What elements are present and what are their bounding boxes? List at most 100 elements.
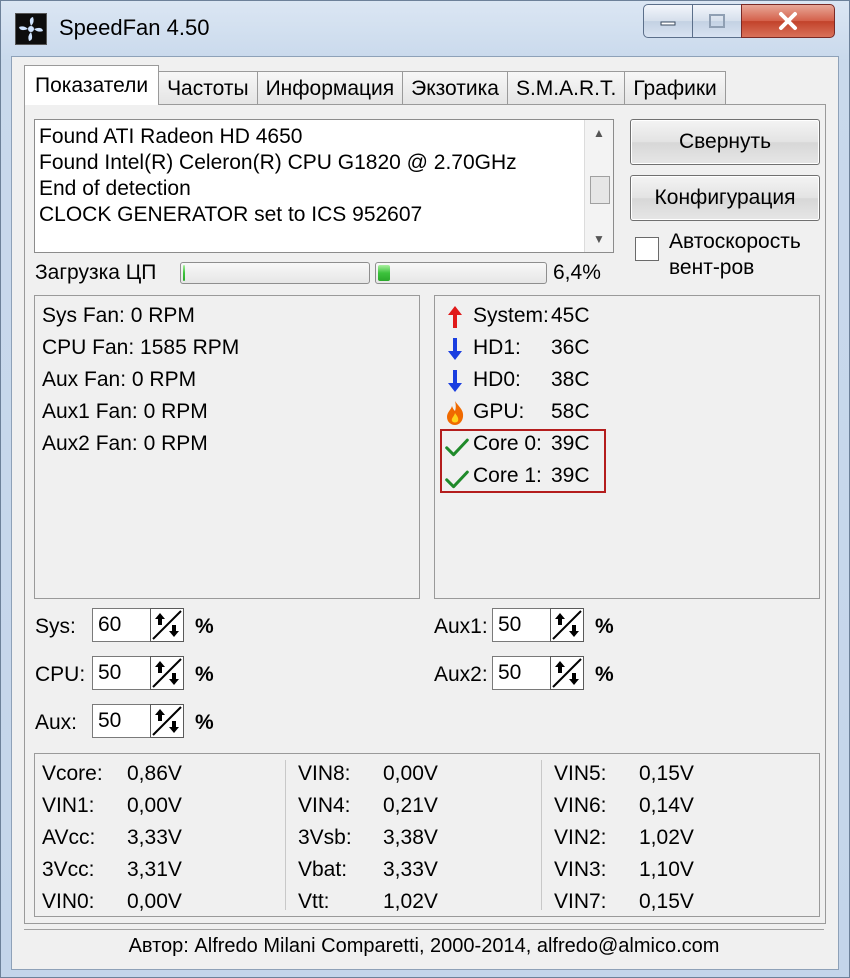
volt-name: 3Vsb: — [298, 826, 352, 849]
temp-value-core0: 39C — [551, 432, 590, 455]
tab-clock[interactable]: Частоты — [158, 71, 258, 105]
flame-icon — [443, 400, 467, 426]
temp-name-core1: Core 1: — [473, 464, 542, 487]
speedfan-fan-icon[interactable] — [15, 13, 47, 45]
arrow-down-icon — [443, 336, 467, 362]
speed-input-sys[interactable]: 60 — [92, 608, 152, 642]
volt-name: VIN6: — [554, 794, 607, 817]
temps-group: System: 45C HD1: 36C HD0: 38C GPU: 58C C… — [434, 295, 820, 599]
fan-name: CPU Fan: — [42, 336, 135, 359]
tab-strip: Показатели Частоты Информация Экзотика S… — [24, 65, 726, 105]
scroll-up-icon[interactable]: ▲ — [585, 120, 613, 146]
spin-updown-icon[interactable] — [150, 704, 184, 738]
log-line: CLOCK GENERATOR set to ICS 952607 — [39, 203, 423, 226]
volt-name: VIN2: — [554, 826, 607, 849]
temp-value-hd1: 36C — [551, 336, 590, 359]
volt-value: 0,00V — [383, 762, 438, 785]
tab-charts[interactable]: Графики — [624, 71, 726, 105]
readings-panel: Found ATI Radeon HD 4650 Found Intel(R) … — [24, 104, 826, 924]
scroll-down-icon[interactable]: ▼ — [585, 226, 613, 252]
arrow-down-icon — [443, 368, 467, 394]
volt-value: 1,10V — [639, 858, 694, 881]
speed-label-aux: Aux: — [35, 711, 78, 734]
close-button[interactable] — [741, 4, 835, 38]
volt-name: Vbat: — [298, 858, 348, 881]
minimize-button[interactable] — [643, 4, 693, 38]
log-line: Found Intel(R) Celeron(R) CPU G1820 @ 2.… — [39, 151, 517, 174]
minimize-to-tray-button[interactable]: Свернуть — [630, 119, 820, 165]
temp-name-hd0: HD0: — [473, 368, 521, 391]
speed-label-cpu: CPU: — [35, 663, 86, 686]
fan-name: Aux1 Fan: — [42, 400, 138, 423]
volt-value: 0,15V — [639, 890, 694, 913]
cpu-core0-fill — [183, 265, 185, 281]
tab-exotics[interactable]: Экзотика — [402, 71, 508, 105]
volt-value: 0,86V — [127, 762, 182, 785]
scroll-thumb[interactable] — [590, 176, 610, 204]
log-line: Found ATI Radeon HD 4650 — [39, 125, 303, 148]
log-line: End of detection — [39, 177, 191, 200]
fan-row-aux2: Aux2 Fan: 0 RPM — [42, 432, 208, 456]
fan-row-aux1: Aux1 Fan: 0 RPM — [42, 400, 208, 424]
tab-info[interactable]: Информация — [256, 71, 404, 105]
temp-name-gpu: GPU: — [473, 400, 525, 423]
percent-sign: % — [595, 663, 614, 686]
temp-name-hd1: HD1: — [473, 336, 521, 359]
percent-sign: % — [195, 615, 214, 638]
cpu-core1-fill — [378, 265, 390, 281]
autospeed-checkbox[interactable] — [635, 237, 659, 261]
speed-label-aux1: Aux1: — [434, 615, 488, 638]
fan-row-sys: Sys Fan: 0 RPM — [42, 304, 195, 328]
volt-name: VIN5: — [554, 762, 607, 785]
speed-input-aux[interactable]: 50 — [92, 704, 152, 738]
checkmark-icon — [445, 434, 469, 460]
voltages-group: Vcore: 0,86V VIN1: 0,00V AVcc: 3,33V 3Vc… — [34, 753, 820, 917]
volt-name: VIN7: — [554, 890, 607, 913]
temp-value-core1: 39C — [551, 464, 590, 487]
status-bar: Автор: Alfredo Milani Comparetti, 2000-2… — [24, 929, 824, 962]
volt-value: 1,02V — [383, 890, 438, 913]
fan-row-aux: Aux Fan: 0 RPM — [42, 368, 196, 392]
fan-value: 0 RPM — [130, 304, 195, 327]
arrow-up-icon — [443, 304, 467, 330]
configure-button[interactable]: Конфигурация — [630, 175, 820, 221]
temp-value-gpu: 58C — [551, 400, 590, 423]
speed-input-aux2[interactable]: 50 — [492, 656, 552, 690]
volt-value: 3,31V — [127, 858, 182, 881]
window-title: SpeedFan 4.50 — [59, 15, 210, 40]
checkmark-icon — [445, 466, 469, 492]
volt-name: VIN3: — [554, 858, 607, 881]
tab-readings[interactable]: Показатели — [24, 65, 160, 105]
cpu-usage-label: Загрузка ЦП — [35, 261, 157, 284]
tab-smart[interactable]: S.M.A.R.T. — [506, 71, 626, 105]
speed-input-cpu[interactable]: 50 — [92, 656, 152, 690]
fans-group: Sys Fan: 0 RPM CPU Fan: 1585 RPM Aux Fan… — [34, 295, 420, 599]
maximize-button[interactable] — [692, 4, 742, 38]
speed-input-aux1[interactable]: 50 — [492, 608, 552, 642]
spin-updown-icon[interactable] — [150, 608, 184, 642]
volt-name: VIN1: — [42, 794, 95, 817]
volt-value: 0,00V — [127, 794, 182, 817]
autospeed-label-line1: Автоскорость — [669, 230, 801, 253]
close-icon — [779, 12, 797, 30]
title-bar[interactable]: SpeedFan 4.50 — [1, 1, 849, 55]
fan-value: 0 RPM — [131, 368, 197, 391]
detection-log[interactable]: Found ATI Radeon HD 4650 Found Intel(R) … — [34, 119, 614, 253]
column-divider — [541, 760, 542, 910]
client-area: Показатели Частоты Информация Экзотика S… — [11, 56, 839, 970]
volt-value: 3,38V — [383, 826, 438, 849]
spin-updown-icon[interactable] — [550, 656, 584, 690]
volt-value: 0,14V — [639, 794, 694, 817]
speedfan-window: SpeedFan 4.50 Показатели Частоты Информа… — [0, 0, 850, 978]
volt-value: 0,21V — [383, 794, 438, 817]
log-lines: Found ATI Radeon HD 4650 Found Intel(R) … — [39, 124, 579, 228]
spin-updown-icon[interactable] — [550, 608, 584, 642]
percent-sign: % — [195, 663, 214, 686]
volt-value: 0,15V — [639, 762, 694, 785]
fan-value: 0 RPM — [143, 400, 208, 423]
volt-name: VIN4: — [298, 794, 351, 817]
cpu-core1-bar — [375, 262, 547, 284]
log-scrollbar[interactable]: ▲ ▼ — [584, 120, 613, 252]
fan-row-cpu: CPU Fan: 1585 RPM — [42, 336, 239, 360]
spin-updown-icon[interactable] — [150, 656, 184, 690]
